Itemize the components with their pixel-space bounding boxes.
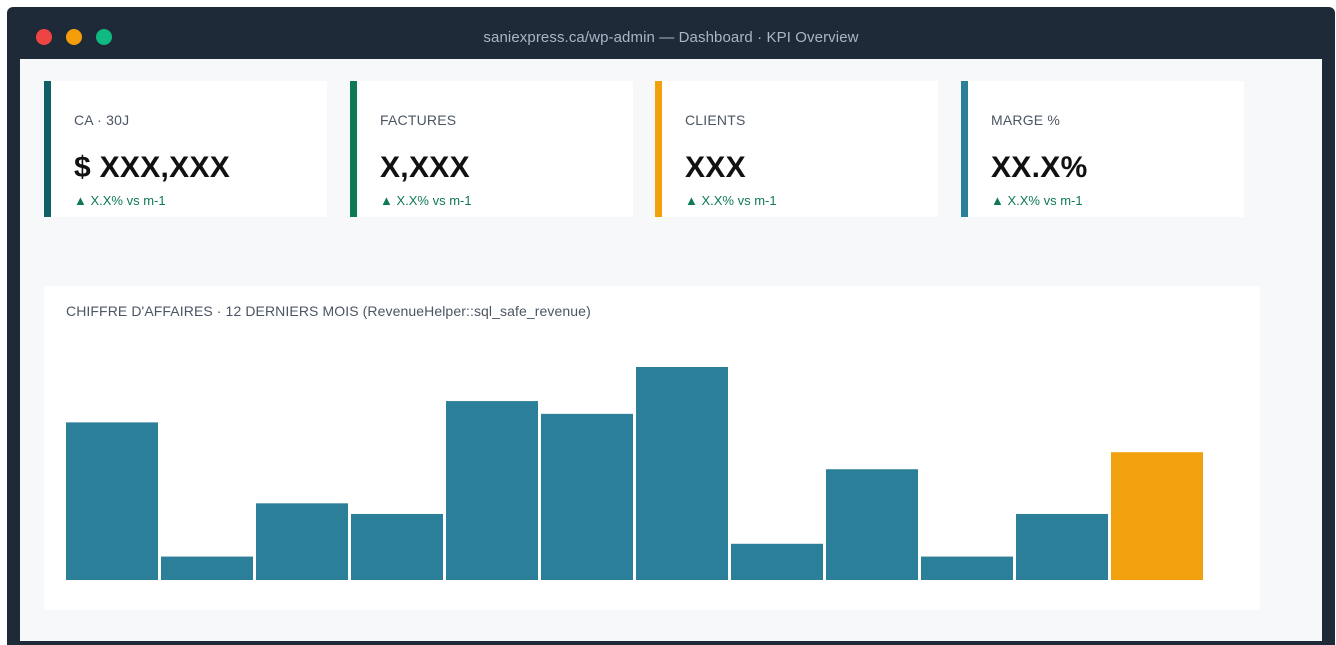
chart-title: CHIFFRE D'AFFAIRES · 12 DERNIERS MOIS (R… [66, 303, 591, 319]
kpi-delta: ▲ X.X% vs m-1 [991, 193, 1083, 208]
chart-bar-8 [731, 543, 823, 580]
kpi-value: X,XXX [380, 151, 470, 184]
kpi-value: XX.X% [991, 151, 1088, 184]
kpi-card-invoices: FACTURES X,XXX ▲ X.X% vs m-1 [350, 81, 633, 217]
window-title: saniexpress.ca/wp-admin — Dashboard · KP… [483, 29, 859, 46]
chart-bar-7 [636, 367, 728, 580]
kpi-card-margin: MARGE % XX.X% ▲ X.X% vs m-1 [961, 81, 1244, 217]
chart-bar-11 [1016, 513, 1108, 580]
revenue-bar-chart [66, 367, 1203, 580]
chart-bar-10 [921, 556, 1013, 580]
chart-bar-5 [446, 401, 538, 580]
kpi-card-revenue: CA · 30J $ XXX,XXX ▲ X.X% vs m-1 [44, 81, 327, 217]
kpi-delta: ▲ X.X% vs m-1 [380, 193, 472, 208]
dashboard-content: CA · 30J $ XXX,XXX ▲ X.X% vs m-1 FACTURE… [20, 59, 1322, 641]
chart-bar-6 [541, 413, 633, 580]
kpi-label: MARGE % [991, 112, 1061, 128]
kpi-label: CLIENTS [685, 112, 746, 128]
chart-bar-2 [161, 556, 253, 580]
kpi-delta: ▲ X.X% vs m-1 [74, 193, 166, 208]
chart-bar-4 [351, 513, 443, 580]
kpi-value: XXX [685, 151, 746, 184]
kpi-label: CA · 30J [74, 112, 130, 128]
chart-bar-3 [256, 503, 348, 580]
chart-bar-12 [1111, 452, 1203, 580]
browser-window: saniexpress.ca/wp-admin — Dashboard · KP… [7, 7, 1335, 645]
kpi-card-clients: CLIENTS XXX ▲ X.X% vs m-1 [655, 81, 938, 217]
revenue-chart-card: CHIFFRE D'AFFAIRES · 12 DERNIERS MOIS (R… [44, 286, 1260, 610]
window-titlebar: saniexpress.ca/wp-admin — Dashboard · KP… [7, 7, 1335, 59]
kpi-delta: ▲ X.X% vs m-1 [685, 193, 777, 208]
chart-bar-1 [66, 422, 158, 580]
kpi-label: FACTURES [380, 112, 457, 128]
chart-bar-9 [826, 469, 918, 580]
kpi-value: $ XXX,XXX [74, 151, 231, 184]
